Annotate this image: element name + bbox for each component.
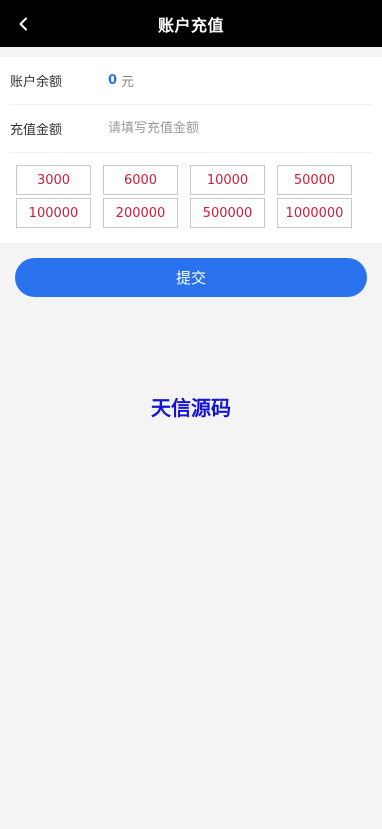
recharge-page: 账户充值 账户余额 0 元 充值金额 3000 6000 10000 50000…	[0, 0, 382, 829]
recharge-form: 账户余额 0 元 充值金额 3000 6000 10000 50000 1000…	[0, 57, 382, 243]
amount-row: 充值金额	[10, 105, 372, 153]
page-title: 账户充值	[157, 15, 224, 35]
amount-option-50000[interactable]: 50000	[277, 165, 352, 195]
chevron-left-icon	[19, 17, 27, 31]
balance-label: 账户余额	[10, 75, 63, 90]
balance-row: 账户余额 0 元	[10, 57, 372, 105]
amount-label: 充值金额	[10, 123, 63, 138]
balance-value: 0	[108, 73, 118, 88]
amount-option-1000000[interactable]: 1000000	[277, 198, 352, 228]
top-bar: 账户充值	[0, 0, 382, 47]
amount-option-200000[interactable]: 200000	[103, 198, 178, 228]
watermark-text: 天信源码	[151, 396, 231, 420]
amount-option-500000[interactable]: 500000	[190, 198, 265, 228]
balance-unit: 元	[121, 75, 135, 90]
amount-option-6000[interactable]: 6000	[103, 165, 178, 195]
amount-option-3000[interactable]: 3000	[16, 165, 91, 195]
amount-option-100000[interactable]: 100000	[16, 198, 91, 228]
amount-option-10000[interactable]: 10000	[190, 165, 265, 195]
amount-options: 3000 6000 10000 50000 100000 200000 5000…	[16, 165, 352, 228]
back-button[interactable]	[10, 11, 38, 37]
amount-input[interactable]	[108, 121, 328, 136]
submit-button[interactable]: 提交	[15, 258, 367, 297]
